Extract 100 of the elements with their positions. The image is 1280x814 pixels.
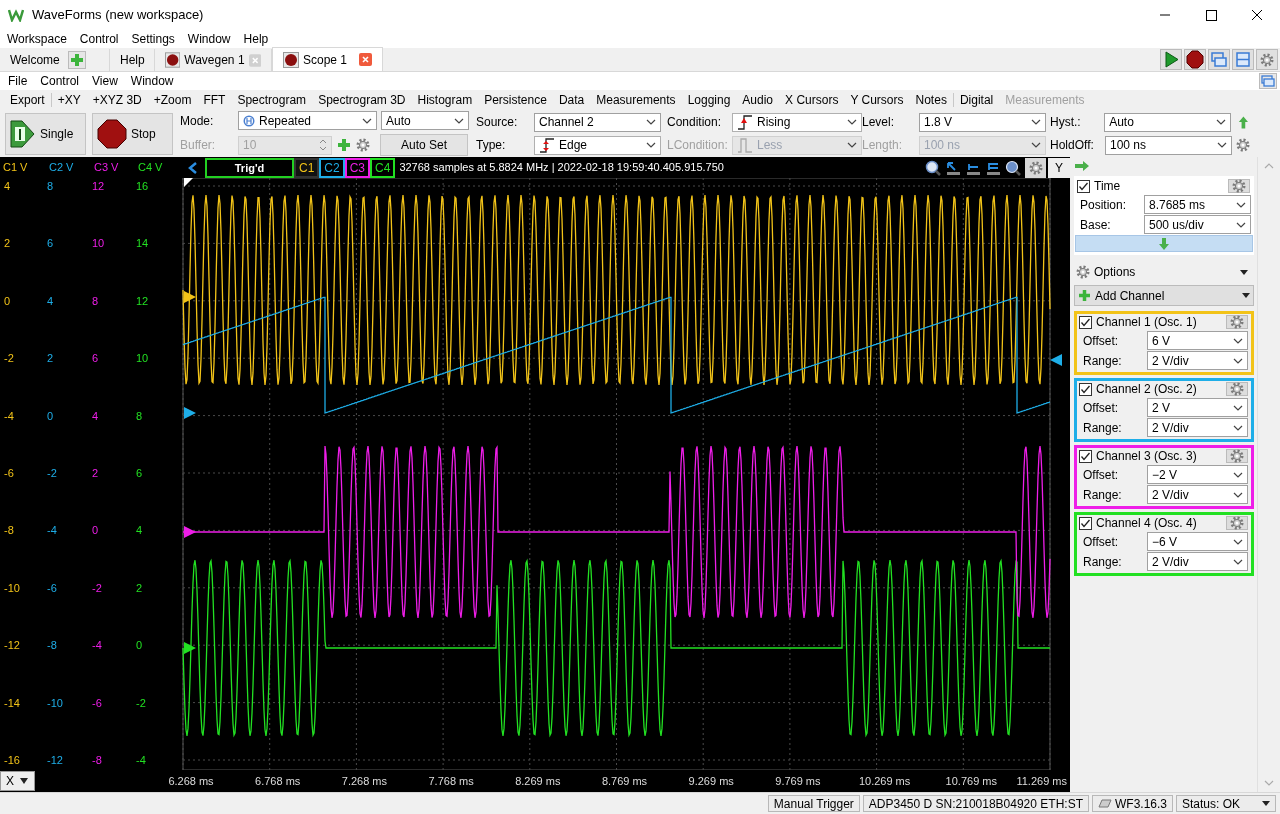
scroll-down-icon[interactable] (1264, 780, 1274, 786)
slider-bar[interactable] (1075, 235, 1253, 252)
single-button[interactable]: Single (5, 112, 86, 155)
toolbar-button[interactable]: +XYZ 3D (92, 91, 142, 109)
settings-icon[interactable] (1230, 382, 1244, 396)
toolbar-button[interactable]: Audio (742, 91, 774, 109)
record-icon (165, 52, 181, 68)
offset-marker-icon[interactable] (184, 526, 196, 538)
dropdown[interactable]: −6 V (1147, 532, 1248, 551)
toolbar-button[interactable]: +XY (57, 91, 81, 109)
scroll-up-icon[interactable] (1264, 163, 1274, 169)
dropdown[interactable]: Auto (381, 111, 469, 130)
toolbar-button[interactable]: X Cursors (785, 91, 839, 109)
toolbar-button[interactable]: Spectrogram 3D (318, 91, 406, 109)
offset-marker-icon[interactable] (184, 407, 196, 419)
dropdown[interactable]: −2 V (1147, 465, 1248, 484)
channel-chip[interactable]: C4 (370, 157, 396, 178)
menu-item[interactable]: Workspace (7, 30, 67, 48)
menu-item[interactable]: Control (79, 30, 119, 48)
toolbar-button[interactable]: Export (10, 91, 45, 109)
dropdown[interactable]: 500 us/div (1144, 215, 1251, 234)
channel-chip[interactable]: C1 (294, 157, 320, 178)
auto-set-button[interactable]: Auto Set (380, 134, 468, 156)
menu-item[interactable]: Window (130, 72, 174, 90)
dropdown[interactable]: 2 V/div (1147, 351, 1248, 370)
stop-button[interactable]: Stop (92, 112, 173, 155)
dropdown[interactable]: Edge (534, 135, 661, 155)
toolbar-button[interactable]: Logging (687, 91, 731, 109)
checkbox[interactable] (1079, 516, 1092, 530)
windows-icon[interactable] (1259, 73, 1277, 89)
menu-item[interactable]: Help (243, 30, 269, 48)
axis-tick-label: 2 (92, 467, 99, 479)
trigger-level-icon[interactable] (1050, 354, 1062, 366)
toolbar-button[interactable]: Notes (915, 91, 947, 109)
split-icon[interactable] (1232, 49, 1254, 70)
status-item[interactable]: Status: OK (1176, 795, 1276, 812)
field-label: HoldOff: (1050, 137, 1095, 154)
offset-marker-icon[interactable] (184, 642, 196, 654)
menu-item[interactable]: Window (187, 30, 231, 48)
field-label: Mode: (180, 112, 215, 130)
settings-icon[interactable] (1232, 179, 1246, 193)
checkbox[interactable] (1077, 179, 1090, 193)
dropdown[interactable]: Channel 2 (534, 112, 661, 132)
add-icon[interactable] (67, 51, 86, 69)
channel-chip[interactable]: C2 (319, 157, 345, 178)
toolbar-button[interactable]: FFT (203, 91, 226, 109)
cursor-icon[interactable] (945, 159, 961, 176)
stop-icon[interactable] (1184, 49, 1206, 70)
chevron-icon (1236, 221, 1246, 228)
x-axis-button[interactable]: X (0, 771, 35, 791)
zoom-icon[interactable] (1005, 159, 1021, 176)
add-channel-button[interactable]: Add Channel (1074, 285, 1254, 306)
arrow-up-icon[interactable] (1237, 114, 1250, 130)
toolbar-button[interactable]: Digital (959, 91, 994, 109)
toolbar-button[interactable]: Measurements (596, 91, 676, 109)
tab[interactable]: Scope 1 (272, 47, 383, 71)
dropdown[interactable]: Rising (732, 112, 862, 132)
toolbar-button[interactable]: Histogram (417, 91, 473, 109)
arrow-right-icon[interactable] (1074, 160, 1090, 172)
toolbar-button[interactable]: +Zoom (153, 91, 192, 109)
toolbar-button[interactable]: Y Cursors (850, 91, 904, 109)
dropdown[interactable]: 6 V (1147, 331, 1248, 350)
offset-marker-icon[interactable] (184, 291, 196, 303)
add-icon[interactable] (336, 137, 352, 153)
settings-icon[interactable] (356, 138, 370, 152)
settings-icon[interactable] (1260, 52, 1274, 67)
axis-tick-label: -8 (92, 754, 102, 766)
settings-icon[interactable] (1230, 315, 1244, 329)
close-icon[interactable] (359, 53, 372, 66)
menu-item[interactable]: File (8, 72, 28, 90)
dropdown[interactable]: 2 V/div (1147, 485, 1248, 504)
settings-icon[interactable] (1236, 138, 1250, 152)
trigger-position-icon[interactable] (184, 178, 193, 187)
menu-item[interactable]: Settings (131, 30, 175, 48)
dropdown[interactable]: 2 V (1147, 398, 1248, 417)
menu-item[interactable]: Control (40, 72, 80, 90)
options-menu[interactable]: Options (1074, 262, 1254, 282)
checkbox[interactable] (1079, 382, 1092, 396)
dropdown[interactable]: 1.8 V (919, 112, 1046, 132)
run-icon[interactable] (1160, 49, 1182, 70)
dropdown[interactable]: 100 ns (1105, 135, 1232, 155)
dropdown[interactable]: Repeated (238, 111, 377, 130)
settings-icon[interactable] (1230, 516, 1244, 530)
dropdown[interactable]: 2 V/div (1147, 552, 1248, 571)
checkbox[interactable] (1079, 315, 1092, 329)
menu-item[interactable]: View (92, 72, 118, 90)
toolbar-button[interactable]: Data (558, 91, 585, 109)
toolbar-button[interactable]: Persistence (484, 91, 547, 109)
zoom-icon[interactable] (925, 159, 941, 176)
dropdown[interactable]: 2 V/div (1147, 418, 1248, 437)
dropdown[interactable]: 8.7685 ms (1144, 195, 1251, 214)
axis-tick-label: -14 (4, 696, 20, 709)
caret-icon (1242, 293, 1250, 298)
toolbar-button[interactable]: Spectrogram (237, 91, 307, 109)
settings-icon[interactable] (1230, 449, 1244, 463)
y-axis-button[interactable]: Y (1048, 157, 1070, 178)
channel-chip[interactable]: C3 (344, 157, 371, 178)
dropdown[interactable]: Auto (1104, 112, 1232, 132)
settings-icon[interactable] (1028, 160, 1043, 175)
checkbox[interactable] (1079, 449, 1092, 463)
